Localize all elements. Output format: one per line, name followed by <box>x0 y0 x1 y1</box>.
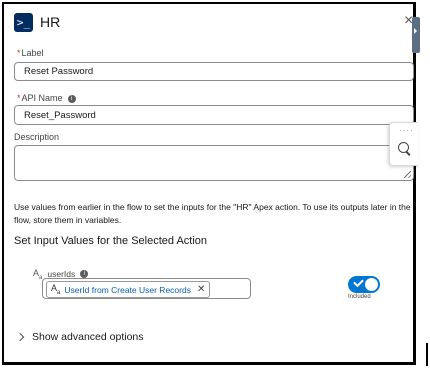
api-name-input-value: Reset_Password <box>24 109 96 121</box>
label-field-label: *Label <box>17 48 44 58</box>
section-title: Set Input Values for the Selected Action <box>14 235 208 247</box>
apex-action-icon: >_ <box>14 13 33 32</box>
api-name-input[interactable]: Reset_Password <box>14 105 414 125</box>
collapse-panel-handle[interactable] <box>412 17 420 53</box>
pill-label: UserId from Create User Records <box>64 284 191 295</box>
required-marker: * <box>17 93 21 103</box>
userids-value-input[interactable]: Aa UserId from Create User Records ✕ <box>42 278 251 299</box>
label-input[interactable]: Reset Password <box>14 62 414 81</box>
description-field-label: Description <box>14 132 60 142</box>
api-name-field-label: *API Name i <box>17 93 76 103</box>
help-text: Use values from earlier in the flow to s… <box>14 202 411 225</box>
label-input-value: Reset Password <box>24 66 94 77</box>
more-icon[interactable]: ···· <box>399 126 414 135</box>
text-type-icon: Aa <box>51 283 61 296</box>
resource-picker-popout: ···· <box>389 122 418 166</box>
resource-pill[interactable]: Aa UserId from Create User Records ✕ <box>46 281 211 298</box>
search-icon[interactable] <box>398 142 409 153</box>
text-type-icon: Aa <box>33 268 43 281</box>
chevron-right-icon <box>15 332 25 342</box>
description-textarea[interactable] <box>14 145 414 181</box>
show-advanced-options[interactable]: Show advanced options <box>15 331 144 343</box>
info-icon[interactable]: i <box>67 94 76 103</box>
panel-title: HR <box>40 14 61 30</box>
toggle-label: Included <box>348 294 371 300</box>
advanced-options-label: Show advanced options <box>32 331 144 343</box>
resize-handle-icon[interactable] <box>404 171 411 178</box>
remove-pill-icon[interactable]: ✕ <box>197 284 205 295</box>
required-marker: * <box>17 48 21 58</box>
check-icon <box>353 276 364 288</box>
include-toggle[interactable] <box>348 276 380 293</box>
text-cursor <box>426 343 428 366</box>
toggle-knob <box>365 278 378 291</box>
action-editor-panel <box>2 2 416 365</box>
